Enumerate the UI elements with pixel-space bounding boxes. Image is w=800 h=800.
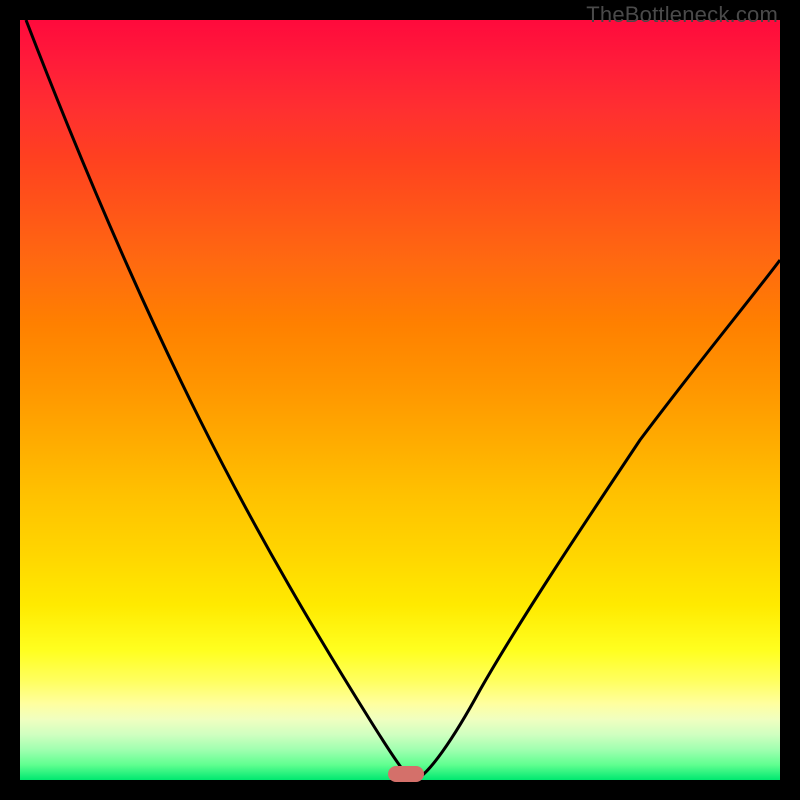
optimal-marker bbox=[388, 766, 424, 782]
bottleneck-chart: TheBottleneck.com bbox=[0, 0, 800, 800]
watermark-text: TheBottleneck.com bbox=[586, 2, 778, 28]
bottleneck-curve-path bbox=[26, 20, 780, 778]
curve-svg bbox=[20, 20, 780, 780]
